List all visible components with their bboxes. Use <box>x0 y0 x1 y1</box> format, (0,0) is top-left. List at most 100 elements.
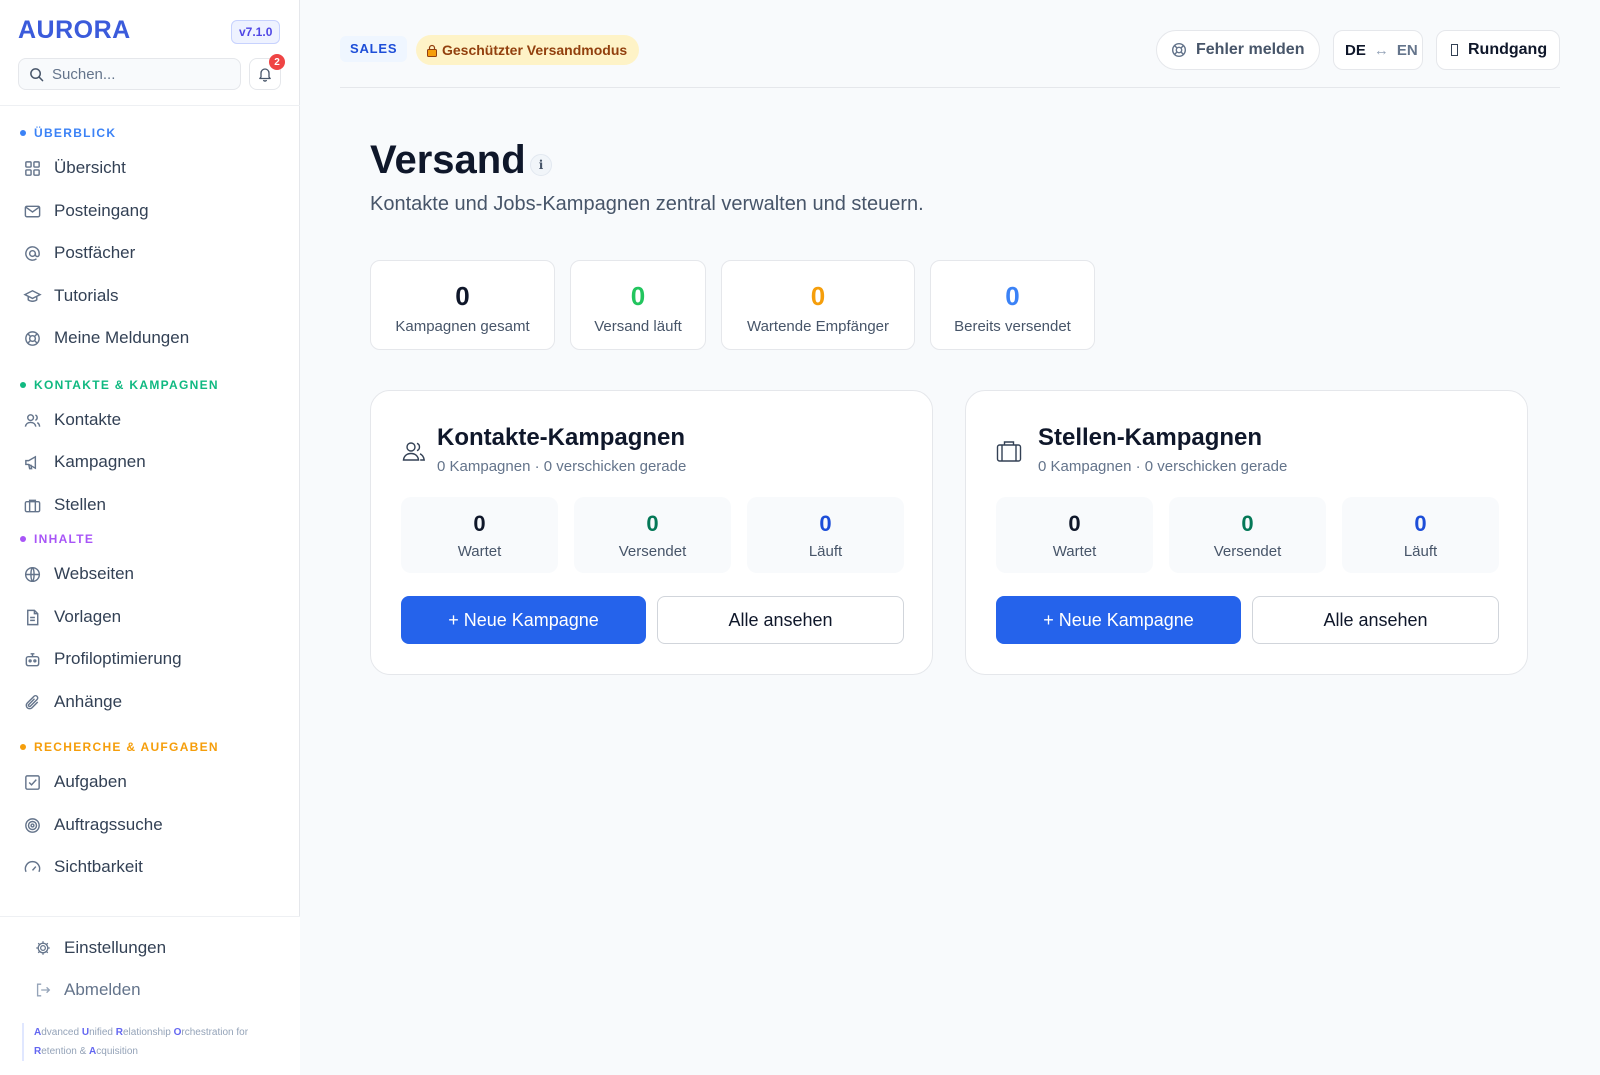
metric-label: Läuft <box>1403 543 1438 560</box>
graduation-cap-icon <box>23 289 42 302</box>
metric-label: Läuft <box>808 543 843 560</box>
metric-versendet: 0 Versendet <box>574 497 731 573</box>
version-badge: v7.1.0 <box>231 20 281 44</box>
card-title: Stellen-Kampagnen <box>1038 424 1263 451</box>
acronym-text: Advanced Unified Relationship Orchestrat… <box>22 1023 272 1061</box>
card-stellen-kampagnen: Stellen-Kampagnen 0 Kampagnen · 0 versch… <box>965 390 1528 675</box>
sidebar-item-label: Posteingang <box>54 201 149 220</box>
report-error-button[interactable]: Fehler melden <box>1156 30 1320 70</box>
checkbox-icon <box>25 774 40 790</box>
metric-value: 0 <box>646 511 659 536</box>
new-campaign-button[interactable]: + Neue Kampagne <box>996 596 1241 644</box>
section-label-text: RECHERCHE & AUFGABEN <box>34 740 219 754</box>
grid-icon <box>25 160 40 176</box>
section-label-text: ÜBERBLICK <box>34 126 117 140</box>
section-label-text: KONTAKTE & KAMPAGNEN <box>34 378 219 392</box>
lang-swap-icon: ↔ <box>1373 41 1389 59</box>
sales-tag: SALES <box>340 36 408 62</box>
sidebar-item-kontakte[interactable]: Kontakte <box>16 401 284 439</box>
metric-value: 0 <box>1414 511 1427 536</box>
search-box[interactable] <box>18 58 241 90</box>
sidebar-item-stellen[interactable]: Stellen <box>16 486 284 524</box>
metric-label: Versendet <box>618 543 687 560</box>
sidebar-item-profiloptimierung[interactable]: Profiloptimierung <box>16 640 284 678</box>
secure-mode-label: Geschützter Versandmodus <box>442 42 628 58</box>
search-icon <box>30 67 44 81</box>
megaphone-icon <box>25 455 37 469</box>
sidebar-item-kampagnen[interactable]: Kampagnen <box>16 443 284 481</box>
sidebar-item-auftragssuche[interactable]: Auftragssuche <box>16 806 284 844</box>
language-toggle[interactable]: DE ↔ EN <box>1333 30 1423 70</box>
stat-value: 0 <box>630 281 646 311</box>
card-title: Kontakte-Kampagnen <box>437 424 686 451</box>
section-label-kontakte-kampagnen: KONTAKTE & KAMPAGNEN <box>20 378 219 392</box>
section-dot <box>20 744 26 750</box>
metric-versendet: 0 Versendet <box>1169 497 1326 573</box>
globe-icon <box>24 566 41 582</box>
lang-de: DE <box>1345 41 1366 59</box>
briefcase-icon <box>996 441 1022 462</box>
robot-icon <box>25 652 40 666</box>
notification-count-badge: 2 <box>269 54 285 70</box>
stat-value: 0 <box>1005 281 1020 311</box>
sidebar-item-label: Anhänge <box>54 692 123 711</box>
metric-label: Wartet <box>1052 543 1097 560</box>
sidebar-item-posteingang[interactable]: Posteingang <box>16 192 284 230</box>
card-subtitle: 0 Kampagnen · 0 verschicken gerade <box>437 458 687 475</box>
new-campaign-button[interactable]: + Neue Kampagne <box>401 596 646 644</box>
sidebar-item-postfaecher[interactable]: Postfächer <box>16 234 284 272</box>
stat-label: Versand läuft <box>594 318 682 335</box>
stat-card-bereits-versendet: 0 Bereits versendet <box>930 260 1095 350</box>
sidebar-item-vorlagen[interactable]: Vorlagen <box>16 598 284 636</box>
stat-value: 0 <box>455 281 470 311</box>
sidebar-item-uebersicht[interactable]: Übersicht <box>16 149 284 187</box>
stat-label: Kampagnen gesamt <box>395 318 530 335</box>
page-subtitle: Kontakte und Jobs-Kampagnen zentral verw… <box>370 193 924 215</box>
top-bar: SALES Geschützter Versandmodus Fehler me… <box>340 0 1560 88</box>
logout-link[interactable]: Abmelden <box>26 972 276 1008</box>
tour-icon <box>1451 44 1458 56</box>
sidebar-item-aufgaben[interactable]: Aufgaben <box>16 763 284 801</box>
notifications-button[interactable]: 2 <box>249 54 285 90</box>
sidebar-item-meine-meldungen[interactable]: Meine Meldungen <box>16 319 284 357</box>
sidebar-item-tutorials[interactable]: Tutorials <box>16 277 284 315</box>
users-icon <box>402 442 425 461</box>
lock-icon <box>427 44 437 57</box>
view-all-button[interactable]: Alle ansehen <box>1252 596 1499 644</box>
sidebar-header: AURORA v7.1.0 2 <box>0 0 300 106</box>
at-icon <box>25 245 40 261</box>
users-icon <box>24 413 41 427</box>
stat-label: Wartende Empfänger <box>746 318 890 335</box>
gauge-icon <box>24 860 41 872</box>
metric-label: Versendet <box>1213 543 1282 560</box>
lifebuoy-icon <box>1171 42 1187 58</box>
lang-en: EN <box>1396 41 1418 59</box>
bell-icon <box>259 68 271 82</box>
sidebar-item-anhaenge[interactable]: Anhänge <box>16 683 284 721</box>
sidebar: AURORA v7.1.0 2 ÜBERBLICK Übersicht Post… <box>0 0 300 1075</box>
sidebar-item-label: Meine Meldungen <box>54 328 190 347</box>
sidebar-item-webseiten[interactable]: Webseiten <box>16 555 284 593</box>
settings-link[interactable]: Einstellungen <box>26 930 276 966</box>
sidebar-item-label: Tutorials <box>54 286 119 305</box>
stat-label: Bereits versendet <box>954 318 1071 335</box>
logout-label: Abmelden <box>64 980 141 999</box>
info-icon[interactable]: i <box>530 154 552 176</box>
sidebar-item-label: Webseiten <box>54 564 135 583</box>
logout-icon <box>36 983 51 997</box>
tour-button[interactable]: Rundgang <box>1436 30 1560 70</box>
metric-laeuft: 0 Läuft <box>1342 497 1499 573</box>
sidebar-item-label: Auftragssuche <box>54 815 163 834</box>
sidebar-item-label: Übersicht <box>54 158 126 177</box>
view-all-button[interactable]: Alle ansehen <box>657 596 904 644</box>
document-icon <box>27 609 39 625</box>
settings-label: Einstellungen <box>64 938 167 957</box>
sidebar-item-sichtbarkeit[interactable]: Sichtbarkeit <box>16 848 284 886</box>
section-dot <box>20 382 26 388</box>
paperclip-icon <box>25 694 39 709</box>
metric-value: 0 <box>1241 511 1254 536</box>
secure-mode-badge: Geschützter Versandmodus <box>416 35 640 65</box>
app-logo[interactable]: AURORA <box>18 16 131 45</box>
sidebar-item-label: Stellen <box>54 495 106 514</box>
search-input[interactable] <box>52 65 222 83</box>
